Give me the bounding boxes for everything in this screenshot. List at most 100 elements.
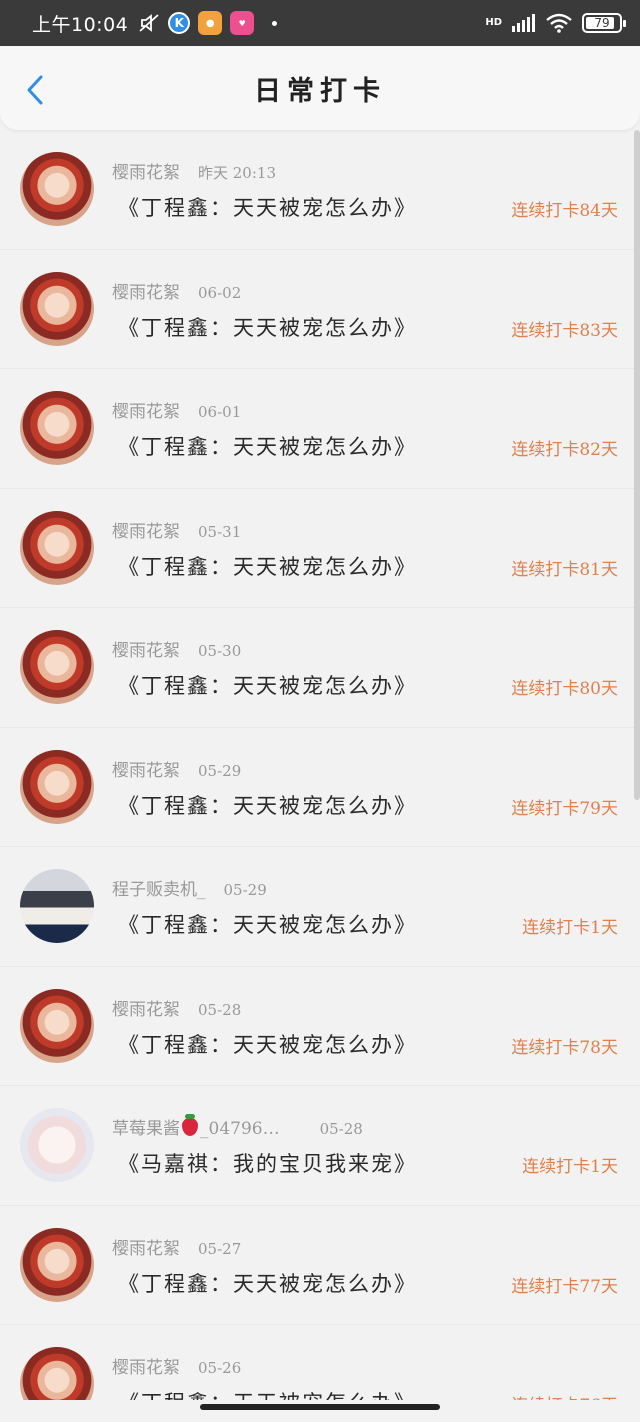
avatar[interactable] — [20, 869, 94, 943]
scrollbar[interactable] — [634, 130, 640, 800]
list-item[interactable]: 樱雨花絮 06-01 《丁程鑫：天天被宠怎么办》 连续打卡82天 — [0, 369, 640, 489]
user-line: 樱雨花絮 06-01 — [112, 397, 241, 422]
avatar[interactable] — [20, 271, 94, 346]
streak-label: 连续打卡77天 — [511, 1276, 618, 1297]
user-name-text: 樱雨花絮 — [112, 402, 180, 422]
user-line: 樱雨花絮 05-30 — [112, 636, 241, 661]
user-line: 樱雨花絮 06-02 — [112, 278, 241, 303]
avatar[interactable] — [20, 1347, 94, 1400]
list-item[interactable]: 樱雨花絮 昨天 20:13 《丁程鑫：天天被宠怎么办》 连续打卡84天 — [0, 130, 640, 250]
pink-app-icon: ♥ — [230, 11, 255, 35]
user-name[interactable]: 樱雨花絮 — [112, 1358, 180, 1378]
page-title: 日常打卡 — [254, 75, 386, 107]
user-line: 樱雨花絮 05-28 — [112, 995, 241, 1020]
post-date: 05-27 — [198, 1239, 242, 1258]
book-title[interactable]: 《丁程鑫：天天被宠怎么办》 — [118, 1029, 417, 1059]
book-title[interactable]: 《丁程鑫：天天被宠怎么办》 — [118, 1268, 417, 1298]
list-item[interactable]: 樱雨花絮 05-30 《丁程鑫：天天被宠怎么办》 连续打卡80天 — [0, 608, 640, 728]
post-date: 05-31 — [198, 522, 242, 541]
avatar[interactable] — [20, 510, 94, 585]
streak-label: 连续打卡81天 — [511, 559, 618, 580]
list-item[interactable]: 樱雨花絮 05-26 《丁程鑫：天天被宠怎么办》 连续打卡76天 — [0, 1325, 640, 1400]
user-line: 樱雨花絮 05-27 — [112, 1234, 241, 1259]
book-title[interactable]: 《丁程鑫：天天被宠怎么办》 — [118, 1387, 417, 1400]
user-name-text: 樱雨花絮 — [112, 760, 180, 781]
status-notification-icons: K ● ♥ — [138, 11, 278, 35]
status-time: 上午10:04 — [32, 13, 129, 36]
post-date: 05-28 — [319, 1120, 363, 1138]
book-title[interactable]: 《丁程鑫：天天被宠怎么办》 — [118, 431, 417, 461]
user-line: 樱雨花絮 05-29 — [112, 756, 241, 781]
back-button[interactable] — [20, 72, 50, 108]
battery-percent: 79 — [594, 16, 610, 30]
post-date: 05-29 — [198, 761, 242, 780]
list-item[interactable]: 程子贩卖机_ 05-29 《丁程鑫：天天被宠怎么办》 连续打卡1天 — [0, 847, 640, 967]
streak-label: 连续打卡79天 — [511, 798, 618, 819]
user-name-text: 草莓果酱 — [112, 1119, 180, 1139]
book-title[interactable]: 《丁程鑫：天天被宠怎么办》 — [118, 551, 417, 581]
user-line: 樱雨花絮 05-26 — [112, 1353, 241, 1378]
user-name-text: 樱雨花絮 — [112, 1238, 180, 1259]
user-name[interactable]: 樱雨花絮 — [112, 1239, 180, 1259]
book-title[interactable]: 《丁程鑫：天天被宠怎么办》 — [118, 790, 417, 820]
checkin-list[interactable]: 樱雨花絮 昨天 20:13 《丁程鑫：天天被宠怎么办》 连续打卡84天 樱雨花絮 06-0… — [0, 130, 640, 1400]
user-name[interactable]: 樱雨花絮 — [112, 163, 180, 183]
book-title[interactable]: 《丁程鑫：天天被宠怎么办》 — [118, 312, 417, 342]
streak-label: 连续打卡78天 — [511, 1037, 618, 1058]
list-item[interactable]: 樱雨花絮 06-02 《丁程鑫：天天被宠怎么办》 连续打卡83天 — [0, 250, 640, 369]
list-item[interactable]: 樱雨花絮 05-27 《丁程鑫：天天被宠怎么办》 连续打卡77天 — [0, 1206, 640, 1325]
avatar[interactable] — [20, 630, 94, 704]
user-line: 樱雨花絮 昨天 20:13 — [112, 158, 276, 183]
list-item[interactable]: 樱雨花絮 05-28 《丁程鑫：天天被宠怎么办》 连续打卡78天 — [0, 967, 640, 1086]
streak-label: 连续打卡83天 — [511, 320, 618, 341]
post-date: 05-26 — [198, 1359, 242, 1377]
wifi-icon — [546, 13, 572, 33]
user-name-text: 樱雨花絮 — [112, 641, 180, 661]
user-name[interactable]: 樱雨花絮 — [112, 402, 180, 422]
avatar[interactable] — [20, 988, 94, 1063]
streak-label: 连续打卡84天 — [511, 201, 618, 221]
user-line: 草莓果酱 _04796… 05-28 — [112, 1114, 363, 1139]
status-bar: 上午10:04 K ● ♥ HD 79 — [0, 0, 640, 46]
post-date: 05-29 — [223, 881, 267, 899]
user-name[interactable]: 樱雨花絮 — [112, 1000, 180, 1020]
user-line: 樱雨花絮 05-31 — [112, 517, 241, 542]
more-notifications-dot — [272, 20, 278, 26]
user-name[interactable]: 程子贩卖机_ — [112, 880, 206, 900]
mute-icon — [138, 13, 160, 33]
list-item[interactable]: 樱雨花絮 05-29 《丁程鑫：天天被宠怎么办》 连续打卡79天 — [0, 728, 640, 847]
user-name-text: 樱雨花絮 — [112, 999, 180, 1020]
user-line: 程子贩卖机_ 05-29 — [112, 875, 267, 900]
avatar[interactable] — [20, 749, 94, 824]
list-item[interactable]: 樱雨花絮 05-31 《丁程鑫：天天被宠怎么办》 连续打卡81天 — [0, 489, 640, 608]
weibo-app-icon: ● — [198, 11, 223, 35]
user-name-text: 樱雨花絮 — [112, 1358, 180, 1378]
user-name-suffix: _04796… — [200, 1119, 280, 1139]
post-date: 05-28 — [198, 1000, 242, 1019]
user-name[interactable]: 樱雨花絮 — [112, 283, 180, 303]
book-title[interactable]: 《丁程鑫：天天被宠怎么办》 — [118, 670, 417, 700]
signal-icon — [512, 14, 536, 32]
post-date: 06-02 — [198, 283, 242, 302]
streak-label: 连续打卡76天 — [511, 1391, 618, 1400]
book-title[interactable]: 《丁程鑫：天天被宠怎么办》 — [118, 192, 417, 222]
status-right-icons: HD 79 — [485, 13, 626, 33]
user-name[interactable]: 樱雨花絮 — [112, 761, 180, 781]
post-date: 05-30 — [198, 642, 242, 660]
avatar[interactable] — [20, 1108, 94, 1182]
avatar[interactable] — [20, 1227, 94, 1302]
user-name-text: 樱雨花絮 — [112, 521, 180, 542]
hd-label: HD — [485, 17, 502, 28]
book-title[interactable]: 《马嘉祺：我的宝贝我来宠》 — [118, 1148, 417, 1178]
avatar[interactable] — [20, 152, 94, 226]
book-title[interactable]: 《丁程鑫：天天被宠怎么办》 — [118, 909, 417, 939]
strawberry-icon — [182, 1114, 198, 1136]
user-name[interactable]: 草莓果酱 _04796… — [112, 1114, 280, 1139]
post-date: 昨天 20:13 — [198, 164, 276, 182]
user-name-text: 程子贩卖机_ — [112, 880, 206, 900]
list-item[interactable]: 草莓果酱 _04796… 05-28 《马嘉祺：我的宝贝我来宠》 连续打卡1天 — [0, 1086, 640, 1206]
user-name[interactable]: 樱雨花絮 — [112, 641, 180, 661]
home-indicator[interactable] — [200, 1404, 440, 1410]
user-name[interactable]: 樱雨花絮 — [112, 522, 180, 542]
avatar[interactable] — [20, 391, 94, 465]
